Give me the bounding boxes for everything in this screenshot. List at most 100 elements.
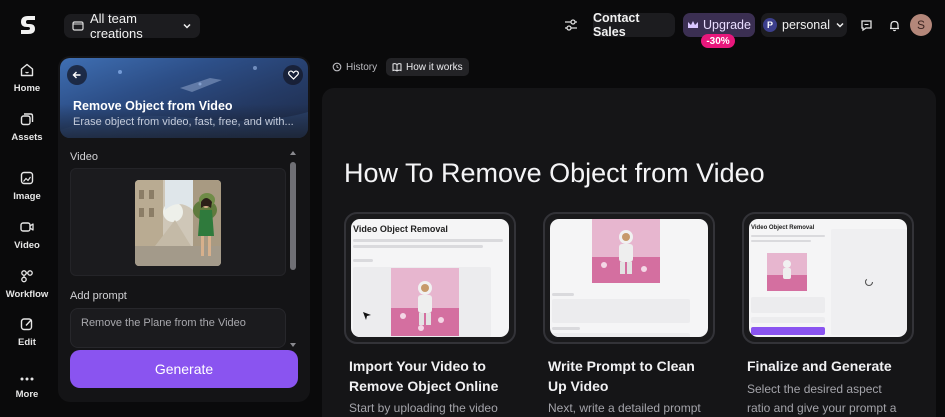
astronaut-image [391,268,459,336]
step-1-title-line: Remove Object Online [349,378,499,394]
sliders-icon [565,19,577,31]
step-3-thumb-title: Video Object Removal [751,225,815,231]
nav-image-label: Image [13,191,41,202]
app-logo-icon[interactable] [16,13,40,37]
scroll-down-icon[interactable] [289,342,297,348]
step-3-title-line: Finalize and Generate [747,358,892,374]
astronaut-image [767,253,807,291]
nav-video-label: Video [14,240,40,251]
prompt-field[interactable] [70,308,286,348]
step-3-title: Finalize and Generate [747,356,892,376]
step-1-thumb-title: Video Object Removal [353,224,448,234]
step-1-title-line: Import Your Video to [349,358,486,374]
thumb-generate-bar [751,327,825,335]
nav-image[interactable]: Image [0,170,54,202]
thumb-text-line [751,235,825,237]
video-camera-icon [20,222,34,232]
tool-header: Remove Object from Video Erase object fr… [60,58,308,138]
scroll-thumb[interactable] [290,162,296,270]
thumb-text-line [353,239,503,242]
prompt-label: Add prompt [70,290,127,302]
tab-how-label: How it works [406,61,463,73]
bell-icon [889,20,899,31]
favorite-button[interactable] [283,65,303,85]
video-thumbnail[interactable] [135,180,221,266]
step-2-title-line: Write Prompt to Clean [548,358,695,374]
step-1-description: Start by uploading the video [349,401,498,415]
how-it-works-section: How To Remove Object from Video Video Ob… [322,88,936,417]
nav-home-label: Home [13,83,41,94]
top-bar: All team creations Contact Sales Upgrade… [0,0,945,50]
nav-assets-label: Assets [11,132,43,143]
edit-icon [20,318,33,331]
arrow-left-icon [72,71,81,79]
step-2-description: Next, write a detailed prompt [548,401,701,415]
video-upload-area[interactable] [70,168,286,276]
contact-sales-button[interactable]: Contact Sales [593,11,675,39]
nav-video[interactable]: Video [0,219,54,251]
nav-assets[interactable]: Assets [0,111,54,143]
team-creations-dropdown[interactable]: All team creations [64,11,200,41]
step-2-title: Write Prompt to Clean Up Video [548,356,695,396]
book-icon [392,63,402,72]
thumb-select-box [552,333,690,337]
upgrade-label: Upgrade [703,18,751,32]
step-3-preview: Video Object Removal [749,219,907,337]
thumb-text-line [353,245,483,248]
nav-more[interactable]: More [0,374,54,400]
tool-subtitle: Erase object from video, fast, free, and… [73,116,294,128]
workspace-label: personal [782,18,830,32]
image-icon [20,171,34,185]
history-icon [332,62,342,72]
nav-edit[interactable]: Edit [0,316,54,348]
nav-more-label: More [15,389,39,400]
nav-home[interactable]: Home [0,62,54,94]
tab-history[interactable]: History [326,58,383,76]
chat-icon [860,19,872,31]
home-icon [20,63,34,77]
cursor-icon [363,312,371,320]
workspace-dropdown[interactable]: P personal [761,13,847,37]
prompt-input[interactable] [81,317,277,329]
user-avatar[interactable]: S [910,14,932,36]
chat-button[interactable] [856,13,876,37]
thumb-text-line [751,240,811,242]
crown-icon [688,21,699,28]
panel-scrollbar[interactable] [288,150,298,350]
nav-workflow-label: Workflow [5,289,49,300]
thumb-text-line [552,327,580,330]
thumb-select-box [751,317,825,323]
step-2-thumbnail[interactable] [543,212,715,344]
step-3-thumbnail[interactable]: Video Object Removal [742,212,914,344]
loading-spinner-icon [864,277,874,287]
video-label: Video [70,151,98,163]
discount-badge: -30% [701,34,735,48]
heart-icon [287,70,299,80]
assets-icon [20,113,34,126]
scroll-up-icon[interactable] [289,150,297,156]
back-button[interactable] [67,65,87,85]
thumb-prompt-box [552,299,690,323]
notifications-button[interactable] [884,13,904,37]
step-1-preview: Video Object Removal [351,219,509,337]
workspace-badge: P [763,18,778,32]
step-3-description-line: ratio and give your prompt a [747,401,897,415]
step-1-thumbnail[interactable]: Video Object Removal [344,212,516,344]
step-1-title: Import Your Video to Remove Object Onlin… [349,356,498,396]
step-2-preview [550,219,708,337]
step-3-description-line: Select the desired aspect [747,382,882,396]
nav-edit-label: Edit [18,337,36,348]
how-to-title: How To Remove Object from Video [344,158,765,188]
thumb-text-line [552,293,574,296]
thumb-text-line [353,259,373,262]
thumb-prompt-box [751,297,825,313]
tab-how-it-works[interactable]: How it works [386,58,469,76]
chevron-down-icon [836,22,844,28]
team-select-label: All team creations [90,11,143,41]
nav-workflow[interactable]: Workflow [0,268,54,300]
step-3-description: Select the desired aspect ratio and give… [747,380,896,417]
tool-title: Remove Object from Video [73,99,233,113]
tool-panel: Remove Object from Video Erase object fr… [58,56,310,402]
settings-sliders-button[interactable] [560,13,582,37]
generate-button[interactable]: Generate [70,350,298,388]
